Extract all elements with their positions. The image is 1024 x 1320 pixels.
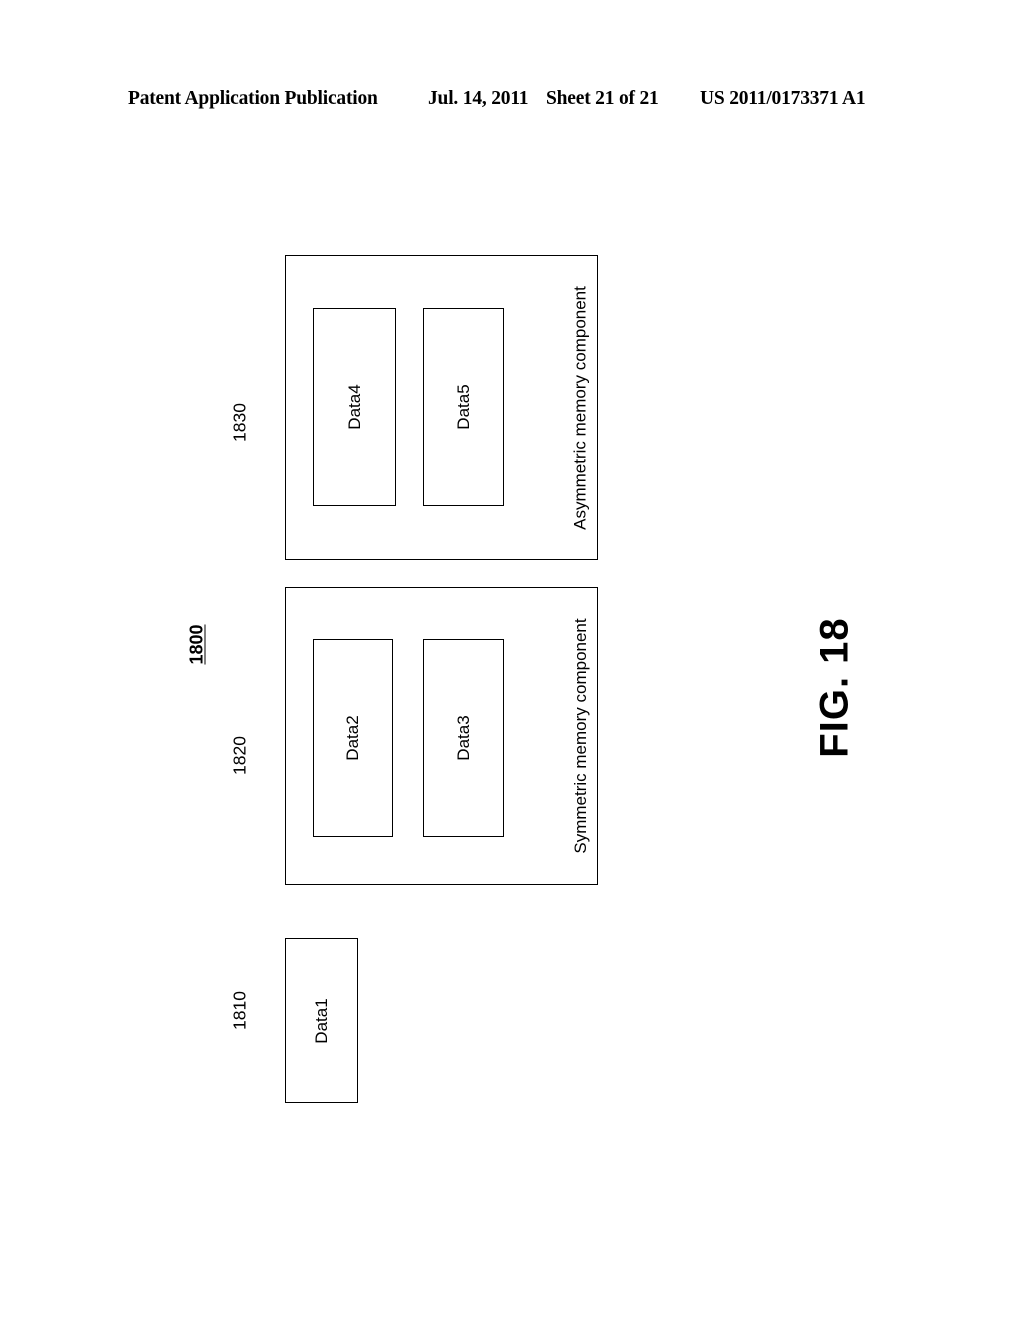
- reference-numeral-1810: 1810: [229, 991, 250, 1030]
- patent-figure: 1800 1830 Data4 Data5 Asymmetric memory …: [0, 0, 1024, 1320]
- reference-numeral-1800: 1800: [186, 624, 207, 665]
- reference-numeral-1830: 1830: [229, 403, 250, 442]
- asymmetric-memory-component-block: Data4 Data5 Asymmetric memory component: [285, 255, 598, 560]
- data-cell-data5: Data5: [423, 308, 504, 506]
- data-cell-data4-label: Data4: [344, 384, 364, 430]
- symmetric-memory-component-block: Data2 Data3 Symmetric memory component: [285, 587, 598, 885]
- data-cell-data3-label: Data3: [453, 715, 473, 761]
- figure-label: FIG. 18: [812, 617, 857, 758]
- data-cell-data1-label: Data1: [311, 997, 331, 1044]
- data-cell-data2: Data2: [313, 639, 393, 837]
- data-cell-data2-label: Data2: [343, 715, 362, 761]
- data-cell-data1: Data1: [285, 938, 358, 1103]
- symmetric-memory-component-caption: Symmetric memory component: [571, 618, 590, 854]
- data-cell-data5-label: Data5: [453, 384, 473, 430]
- data-cell-data3: Data3: [423, 639, 504, 837]
- reference-numeral-1820: 1820: [229, 736, 250, 775]
- data-cell-data4: Data4: [313, 308, 396, 506]
- asymmetric-memory-component-caption: Asymmetric memory component: [571, 285, 590, 530]
